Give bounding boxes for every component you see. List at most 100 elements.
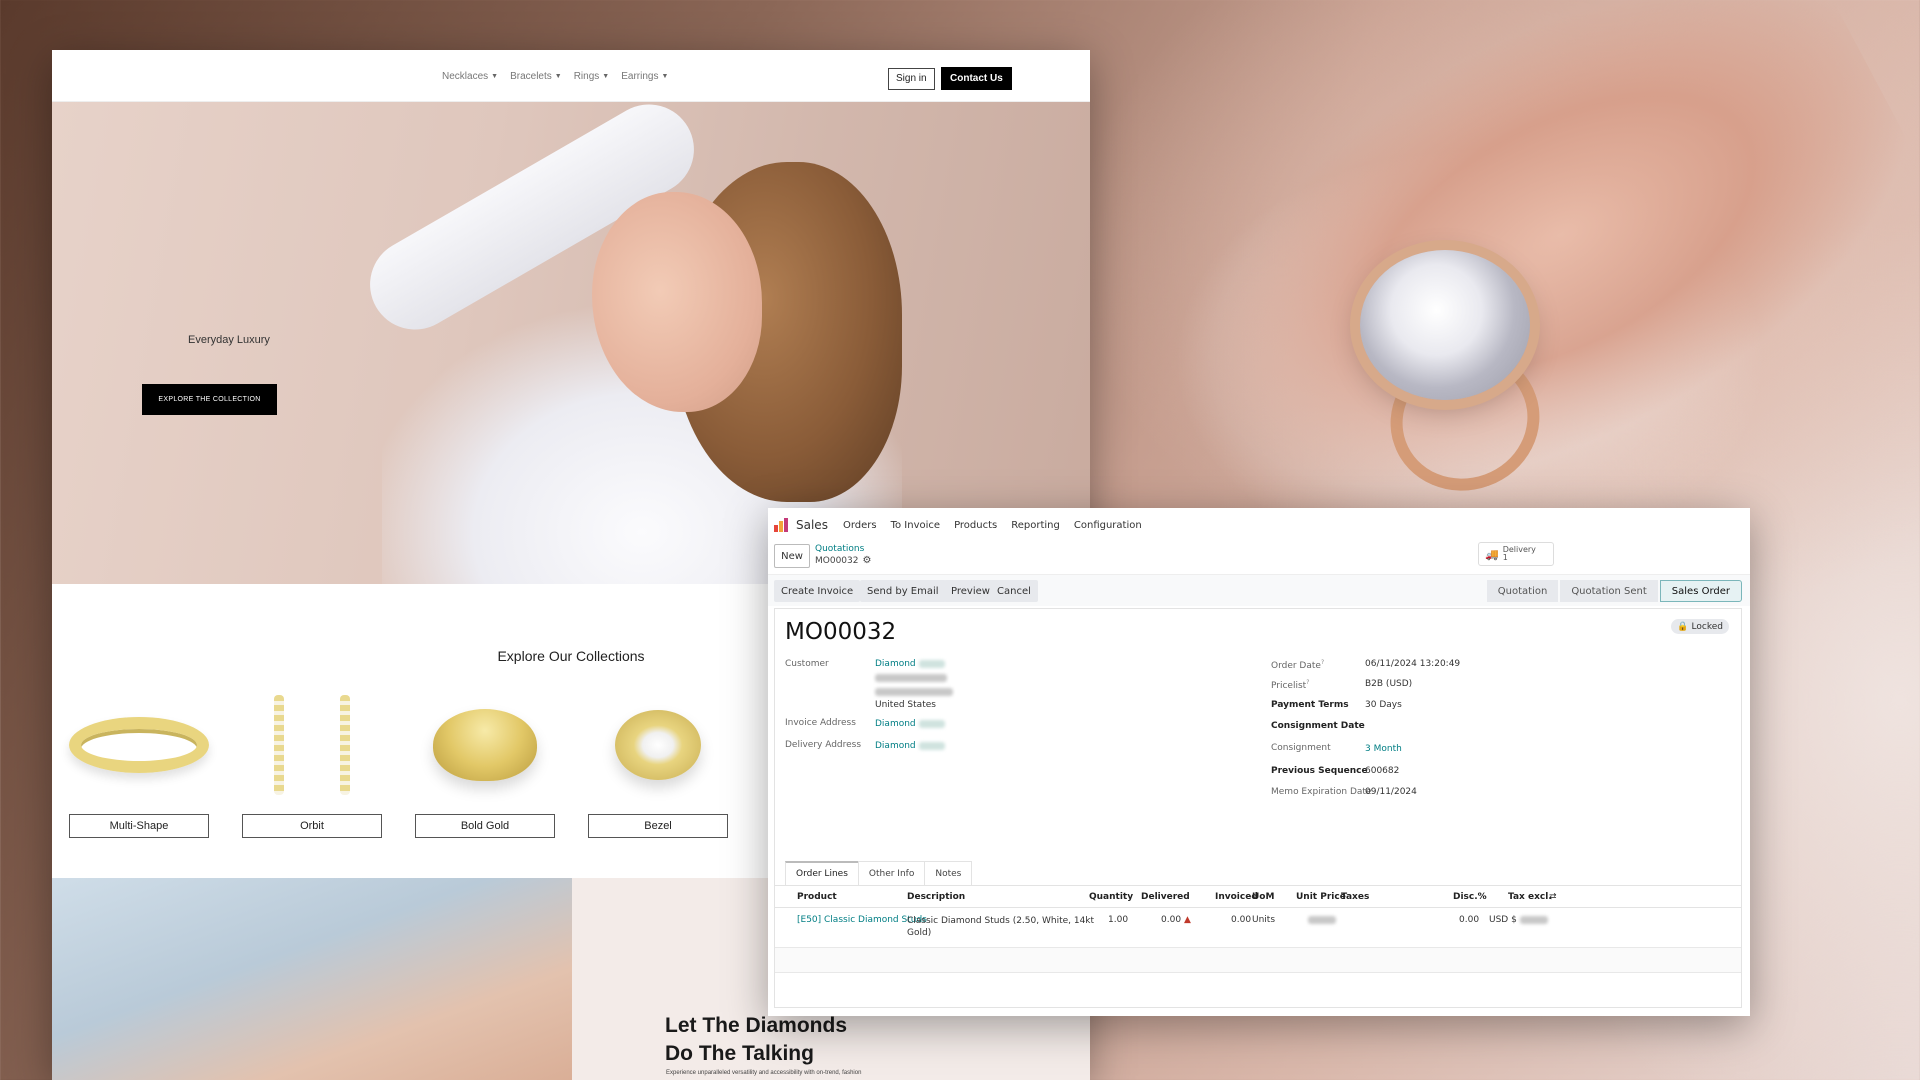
collection-card[interactable]: Bold Gold [415, 690, 555, 838]
redacted-text [875, 673, 947, 682]
menu-reporting[interactable]: Reporting [1011, 520, 1060, 531]
stage-sales-order[interactable]: Sales Order [1659, 580, 1742, 602]
payment-terms-field[interactable]: 30 Days [1365, 700, 1402, 710]
send-by-email-button[interactable]: Send by Email [860, 580, 946, 602]
tab-notes[interactable]: Notes [924, 861, 973, 885]
line-uom[interactable]: Units [1252, 915, 1275, 925]
col-uom[interactable]: UoM [1252, 892, 1274, 902]
app-name[interactable]: Sales [796, 518, 828, 532]
order-date-field[interactable]: 06/11/2024 13:20:49 [1365, 659, 1460, 669]
menu-necklaces[interactable]: Necklaces ▼ [442, 71, 498, 82]
collection-button-bold-gold[interactable]: Bold Gold [415, 814, 555, 838]
hero-title: Everyday Luxury [188, 334, 270, 346]
col-quantity[interactable]: Quantity [1089, 892, 1133, 902]
breadcrumb-quotations[interactable]: Quotations [815, 544, 864, 554]
line-quantity[interactable]: 1.00 [1108, 915, 1128, 925]
pricelist-field[interactable]: B2B (USD) [1365, 679, 1412, 689]
col-delivered[interactable]: Delivered [1141, 892, 1190, 902]
col-product[interactable]: Product [797, 892, 837, 902]
gear-icon[interactable]: ⚙ [862, 555, 871, 566]
forecast-chart-icon[interactable]: ▲ [1184, 915, 1191, 925]
ring-image [615, 710, 701, 780]
create-invoice-button[interactable]: Create Invoice [774, 580, 861, 602]
customer-label: Customer [785, 659, 829, 669]
contact-us-button[interactable]: Contact Us [941, 67, 1012, 90]
sign-in-button[interactable]: Sign in [888, 68, 935, 90]
menu-bracelets[interactable]: Bracelets ▼ [510, 71, 562, 82]
collection-image [588, 690, 728, 800]
customer-address-line [875, 673, 947, 683]
store-menu: Necklaces ▼ Bracelets ▼ Rings ▼ Earrings ▼ [442, 50, 668, 102]
col-discount[interactable]: Disc.% [1453, 892, 1487, 902]
feature-subtitle: Experience unparalleled versatility and … [666, 1070, 862, 1076]
preview-button[interactable]: Preview [944, 580, 997, 602]
memo-expiration-field[interactable]: 09/11/2024 [1365, 787, 1417, 797]
cancel-button[interactable]: Cancel [990, 580, 1038, 602]
line-discount[interactable]: 0.00 [1459, 915, 1479, 925]
stage-quotation[interactable]: Quotation [1486, 580, 1559, 602]
earring-image [340, 695, 350, 795]
consignment-field[interactable]: 3 Month [1365, 744, 1402, 754]
caret-down-icon: ▼ [491, 72, 499, 80]
menu-products[interactable]: Products [954, 520, 997, 531]
collection-image [415, 690, 555, 800]
delivery-address-field[interactable]: Diamond [875, 741, 945, 751]
caret-down-icon: ▼ [661, 72, 669, 80]
truck-icon: 🚚 [1485, 547, 1499, 561]
caret-down-icon: ▼ [602, 72, 610, 80]
redacted-text [875, 687, 953, 696]
explore-collection-button[interactable]: EXPLORE THE COLLECTION [142, 384, 277, 415]
menu-earrings[interactable]: Earrings ▼ [621, 71, 668, 82]
line-unit-price[interactable] [1308, 915, 1336, 925]
col-taxes[interactable]: Taxes [1341, 892, 1369, 902]
sales-app-icon[interactable] [774, 518, 788, 532]
order-name: MO00032 [785, 619, 897, 645]
optional-columns-toggle-icon[interactable]: ⇄ [1549, 892, 1557, 902]
menu-rings[interactable]: Rings ▼ [574, 71, 610, 82]
menu-to-invoice[interactable]: To Invoice [891, 520, 940, 531]
previous-sequence-label: Previous Sequence [1271, 766, 1368, 776]
tab-other-info[interactable]: Other Info [857, 861, 926, 885]
redacted-text [918, 659, 945, 668]
notebook-tabs: Order Lines Other Info Notes [785, 861, 973, 885]
collection-card[interactable]: Multi-Shape [69, 690, 209, 838]
collection-card[interactable]: Orbit [242, 690, 382, 838]
locked-badge: 🔒 Locked [1671, 619, 1729, 634]
line-description[interactable]: Classic Diamond Studs (2.50, White, 14kt… [907, 915, 1094, 939]
caret-down-icon: ▼ [554, 72, 562, 80]
table-row[interactable]: [E50] Classic Diamond Studs Classic Diam… [775, 909, 1741, 945]
control-panel: New Quotations MO00032 ⚙ 🚚 Delivery 1 [768, 542, 1750, 574]
col-unit-price[interactable]: Unit Price [1296, 892, 1346, 902]
invoice-address-field[interactable]: Diamond [875, 719, 945, 729]
add-line-row[interactable] [775, 947, 1741, 973]
action-bar: Create Invoice Send by Email Preview Can… [768, 574, 1750, 606]
col-tax-excl[interactable]: Tax excl. [1508, 892, 1552, 902]
lock-icon: 🔒 [1677, 621, 1689, 632]
collection-button-bezel[interactable]: Bezel [588, 814, 728, 838]
menu-orders[interactable]: Orders [843, 520, 877, 531]
redacted-text [918, 719, 945, 728]
odoo-sales-window: Sales Orders To Invoice Products Reporti… [768, 508, 1750, 1016]
stage-quotation-sent[interactable]: Quotation Sent [1560, 580, 1658, 602]
consignment-date-label: Consignment Date [1271, 721, 1365, 731]
delivery-smart-button[interactable]: 🚚 Delivery 1 [1478, 542, 1554, 566]
previous-sequence-field[interactable]: 600682 [1365, 766, 1399, 776]
pricelist-label: Pricelist? [1271, 679, 1310, 691]
order-date-label: Order Date? [1271, 659, 1325, 671]
tab-order-lines[interactable]: Order Lines [785, 861, 859, 885]
menu-configuration[interactable]: Configuration [1074, 520, 1142, 531]
collection-image [69, 690, 209, 800]
customer-field[interactable]: Diamond [875, 659, 945, 669]
collection-button-multi-shape[interactable]: Multi-Shape [69, 814, 209, 838]
new-button[interactable]: New [774, 544, 810, 568]
collection-card[interactable]: Bezel [588, 690, 728, 838]
payment-terms-label: Payment Terms [1271, 700, 1349, 710]
collection-button-orbit[interactable]: Orbit [242, 814, 382, 838]
customer-address-line [875, 687, 953, 697]
order-lines-header: Product Description Quantity Delivered I… [775, 886, 1741, 908]
delivery-address-label: Delivery Address [785, 740, 862, 750]
store-navbar: Necklaces ▼ Bracelets ▼ Rings ▼ Earrings ▼ S… [52, 50, 1090, 102]
redacted-text [1519, 915, 1548, 924]
bracelet-photo [52, 878, 572, 1080]
col-description[interactable]: Description [907, 892, 965, 902]
